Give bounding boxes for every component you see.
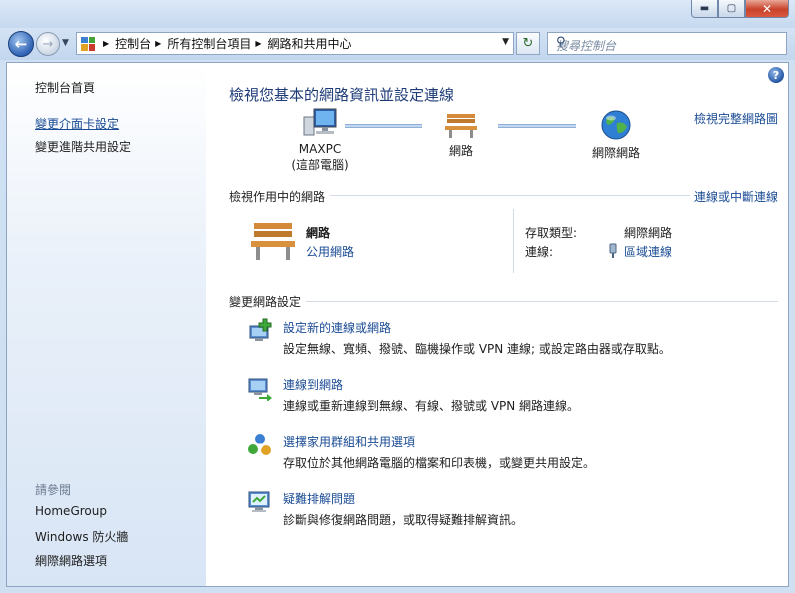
forward-button[interactable]: →: [36, 32, 60, 56]
address-bar[interactable]: ▶ 控制台 ▶ 所有控制台項目 ▶ 網路和共用中心 ▼: [76, 32, 514, 55]
task-troubleshoot-desc: 診斷與修復網路問題，或取得疑難排解資訊。: [283, 513, 524, 527]
window-controls: ▬ ▢ ✕: [691, 0, 789, 18]
see-also-title: 請參閱: [35, 483, 72, 497]
navigation-bar: ← → ▼ ▶ 控制台 ▶ 所有控制台項目 ▶ 網路和共用中心 ▼ ↻ 搜尋控制…: [0, 28, 795, 60]
refresh-button[interactable]: ↻: [516, 32, 540, 55]
page-title: 檢視您基本的網路資訊並設定連線: [229, 86, 455, 104]
breadcrumb-separator-icon[interactable]: ▶: [155, 39, 161, 48]
local-area-connection-link[interactable]: 區域連線: [624, 243, 672, 260]
ethernet-icon: [609, 243, 617, 258]
breadcrumb-separator-icon[interactable]: ▶: [103, 39, 109, 48]
maximize-button[interactable]: ▢: [718, 0, 745, 18]
computer-subtitle: (這部電腦): [291, 158, 349, 172]
address-dropdown-icon[interactable]: ▼: [502, 37, 509, 47]
homegroup-icon[interactable]: [247, 432, 273, 458]
change-settings-header: 變更網路設定: [229, 295, 302, 309]
breadcrumb-separator-icon[interactable]: ▶: [255, 39, 261, 48]
refresh-icon: ↻: [522, 36, 534, 51]
sidebar-link-firewall[interactable]: Windows 防火牆: [35, 528, 128, 545]
access-type-value: 網際網路: [624, 226, 673, 240]
network-type-link[interactable]: 公用網路: [306, 243, 354, 260]
task-new-connection-link[interactable]: 設定新的連線或網路: [283, 319, 391, 336]
active-network-header: 檢視作用中的網路: [229, 190, 326, 204]
task-homegroup-link[interactable]: 選擇家用群組和共用選項: [283, 433, 415, 450]
help-icon[interactable]: ?: [768, 67, 784, 83]
sidebar-link-advanced-sharing[interactable]: 變更進階共用設定: [35, 138, 131, 155]
chevron-down-icon: ▼: [62, 38, 69, 48]
vertical-divider: [513, 209, 514, 273]
task-connect-network-link[interactable]: 連線到網路: [283, 376, 343, 393]
breadcrumb: ▶ 控制台 ▶ 所有控制台項目 ▶ 網路和共用中心: [99, 35, 352, 52]
breadcrumb-item-all-items[interactable]: 所有控制台項目: [167, 35, 251, 52]
task-troubleshoot-link[interactable]: 疑難排解問題: [283, 490, 355, 507]
map-node-computer[interactable]: MAXPC (這部電腦): [280, 107, 360, 173]
new-connection-icon[interactable]: [247, 318, 273, 344]
sidebar-link-internet-options[interactable]: 網際網路選項: [35, 552, 107, 569]
map-connection-line: [345, 124, 422, 128]
troubleshoot-icon[interactable]: [247, 489, 273, 515]
task-connect-network-desc: 連線或重新連線到無線、有線、撥號或 VPN 網路連線。: [283, 399, 580, 413]
access-type-label: 存取類型:: [525, 226, 578, 240]
minimize-button[interactable]: ▬: [691, 0, 718, 18]
connect-disconnect-link[interactable]: 連線或中斷連線: [694, 188, 778, 205]
map-connection-line: [498, 124, 576, 128]
breadcrumb-item-control-panel[interactable]: 控制台: [115, 35, 151, 52]
sidebar-link-homegroup[interactable]: HomeGroup: [35, 504, 107, 518]
sidebar: 控制台首頁 變更介面卡設定 變更進階共用設定 請參閱 HomeGroup Win…: [7, 63, 206, 586]
active-network-name: 網路: [306, 226, 331, 240]
close-button[interactable]: ✕: [745, 0, 789, 18]
task-homegroup-desc: 存取位於其他網路電腦的檔案和印表機，或變更共用設定。: [283, 456, 596, 470]
sidebar-home[interactable]: 控制台首頁: [35, 79, 95, 96]
map-node-internet[interactable]: 網際網路: [581, 109, 651, 161]
computer-name: MAXPC: [298, 142, 342, 156]
forward-arrow-icon: →: [42, 36, 54, 52]
internet-label: 網際網路: [591, 146, 640, 160]
connections-label: 連線:: [525, 245, 554, 259]
title-bar: ▬ ▢ ✕: [0, 0, 795, 28]
breadcrumb-item-network-center[interactable]: 網路和共用中心: [268, 35, 352, 52]
globe-icon: [601, 110, 631, 140]
full-map-link[interactable]: 檢視完整網路圖: [694, 110, 778, 127]
network-label: 網路: [448, 144, 473, 158]
section-divider: [306, 301, 778, 302]
search-icon[interactable]: ⚲: [556, 35, 780, 50]
back-button[interactable]: ←: [8, 31, 34, 57]
computer-icon: [303, 108, 337, 136]
main-pane: ? 檢視您基本的網路資訊並設定連線 檢視完整網路圖 MAXPC (這部電腦) 網…: [206, 63, 788, 586]
connect-network-icon[interactable]: [247, 375, 273, 401]
control-panel-icon: [81, 36, 95, 51]
bench-icon: [445, 114, 477, 138]
sidebar-link-adapter-settings[interactable]: 變更介面卡設定: [35, 115, 119, 132]
recent-pages-button[interactable]: ▼: [62, 38, 69, 48]
content-frame: 控制台首頁 變更介面卡設定 變更進階共用設定 請參閱 HomeGroup Win…: [6, 62, 789, 587]
map-node-network[interactable]: 網路: [425, 111, 497, 159]
search-box[interactable]: 搜尋控制台 ⚲: [547, 32, 787, 55]
section-divider: [330, 195, 690, 196]
back-arrow-icon: ←: [14, 35, 28, 53]
bench-icon: [251, 223, 295, 260]
task-new-connection-desc: 設定無線、寬頻、撥號、臨機操作或 VPN 連線; 或設定路由器或存取點。: [283, 342, 671, 356]
